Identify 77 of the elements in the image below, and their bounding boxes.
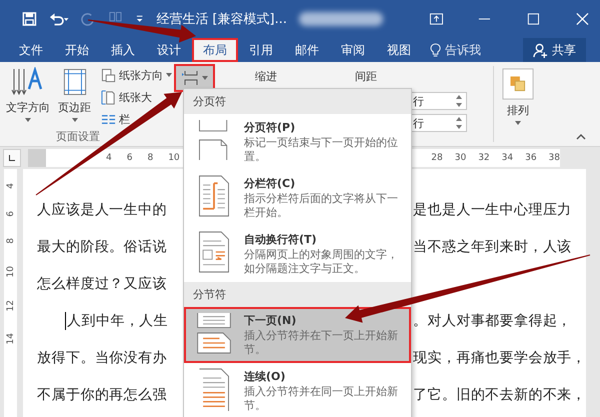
group-label: 页面设置 xyxy=(56,129,100,144)
indent-label: 缩进 xyxy=(255,69,277,84)
menu-item-title: 自动换行符(T) xyxy=(244,232,318,247)
body-text: 放得下。当你没有办 xyxy=(37,349,167,368)
body-text: 了它。旧的不去新的不来， xyxy=(413,387,586,403)
ribbon-tab[interactable]: 视图 xyxy=(376,38,422,62)
size-button[interactable]: 纸张大 xyxy=(101,87,152,107)
body-text: 人应该是人一生中的 xyxy=(37,201,167,220)
ribbon-display-icon[interactable] xyxy=(428,11,444,27)
spin-arrows-icon xyxy=(456,94,462,108)
maximize-icon[interactable] xyxy=(526,11,542,27)
menu-item[interactable]: 下一页(N) 插入分节符并在下一页上开始新节。 xyxy=(184,307,411,363)
margins-icon xyxy=(62,67,86,97)
redo-icon xyxy=(81,11,96,27)
caret-icon xyxy=(25,118,31,122)
body-text: 是也是人一生中心理压力 xyxy=(413,202,572,218)
menu-item-description: 插入分节符并在下一页上开始新节。 xyxy=(244,329,399,357)
ribbon-tab[interactable]: 插入 xyxy=(100,38,146,62)
menu-item[interactable]: 分栏符(C) 指示分栏符后面的文字将从下一栏开始。 xyxy=(184,170,411,226)
body-text: 人到中年，人生 xyxy=(67,312,168,331)
menu-item[interactable]: 连续(O) 插入分节符并在同一页上开始新节。 xyxy=(184,363,411,417)
menu-section-header: 分页符 xyxy=(184,89,411,114)
close-icon[interactable] xyxy=(575,11,590,27)
text-direction-button[interactable]: 文字方向 xyxy=(4,65,52,124)
person-add-icon xyxy=(533,42,548,58)
breaks-icon xyxy=(181,70,199,86)
menu-section-header: 分节符 xyxy=(184,282,411,307)
share-button[interactable]: 共享 xyxy=(523,38,586,62)
menu-item-description: 分隔网页上的对象周围的文字，如分隔题注文字与正文。 xyxy=(244,248,399,276)
caret-icon xyxy=(166,73,172,77)
window-title: 经营生活 [兼容模式]... xyxy=(156,11,287,28)
menu-item-description: 指示分栏符后面的文字将从下一栏开始。 xyxy=(244,192,399,220)
menu-item-title: 下一页(N) xyxy=(244,313,298,328)
arrange-button[interactable]: 排列 xyxy=(500,66,536,146)
menu-item[interactable]: 自动换行符(T) 分隔网页上的对象周围的文字，如分隔题注文字与正文。 xyxy=(184,226,411,282)
arrange-icon xyxy=(502,68,534,100)
margins-button[interactable]: 页边距 xyxy=(56,65,93,124)
ribbon-tab[interactable]: 开始 xyxy=(54,38,100,62)
customize-icon[interactable] xyxy=(135,14,144,24)
body-text: 。对人对事都要拿得起， xyxy=(413,313,572,329)
caret-icon xyxy=(202,76,208,80)
ribbon-tab[interactable]: 文件 xyxy=(8,38,54,62)
spacing-label: 间距 xyxy=(355,69,377,84)
menu-item-title: 分页符(P) xyxy=(244,120,296,135)
body-text: 现实，再痛也要学会放手， xyxy=(413,350,586,366)
orientation-icon xyxy=(101,68,116,82)
caret-icon xyxy=(72,118,78,122)
body-text: 当不惑之年到来时，人该 xyxy=(413,239,572,255)
text-direction-icon xyxy=(11,67,45,97)
text-cursor xyxy=(65,312,66,330)
ribbon-tab[interactable]: 引用 xyxy=(238,38,284,62)
body-text: 怎么样度过？又应该 xyxy=(37,275,167,294)
tab-selector[interactable] xyxy=(3,149,21,167)
menu-item-title: 分栏符(C) xyxy=(244,176,296,191)
breaks-button[interactable] xyxy=(176,66,213,90)
spin-field[interactable]: 行 xyxy=(411,92,467,110)
columns-button[interactable]: 栏 xyxy=(101,109,130,129)
caret-icon xyxy=(515,121,521,125)
menu-item-title: 连续(O) xyxy=(244,369,286,384)
tell-me-button[interactable]: 告诉我 xyxy=(422,38,489,62)
paper-size-icon xyxy=(101,90,116,104)
vertical-ruler: 4 6 8 10 12 14 xyxy=(4,169,18,417)
save-icon[interactable] xyxy=(22,11,37,27)
spin-field[interactable]: 行 xyxy=(411,114,467,132)
lightbulb-icon xyxy=(430,42,441,58)
body-text: 不属于你的再怎么强 xyxy=(37,386,167,405)
ribbon-tab[interactable]: 审阅 xyxy=(330,38,376,62)
body-text: 最大的阶段。俗话说 xyxy=(37,238,167,257)
orientation-button[interactable]: 纸张方向 xyxy=(101,65,172,85)
menu-item-description: 插入分节符并在同一页上开始新节。 xyxy=(244,385,399,413)
ribbon-tab[interactable]: 邮件 xyxy=(284,38,330,62)
next-page-icon xyxy=(194,311,234,355)
collapse-ribbon-icon[interactable] xyxy=(576,134,586,140)
undo-icon[interactable] xyxy=(48,11,70,27)
ribbon-tab[interactable]: 布局 xyxy=(192,38,238,62)
ribbon-tab[interactable]: 设计 xyxy=(146,38,192,62)
spin-arrows-icon xyxy=(456,116,462,130)
